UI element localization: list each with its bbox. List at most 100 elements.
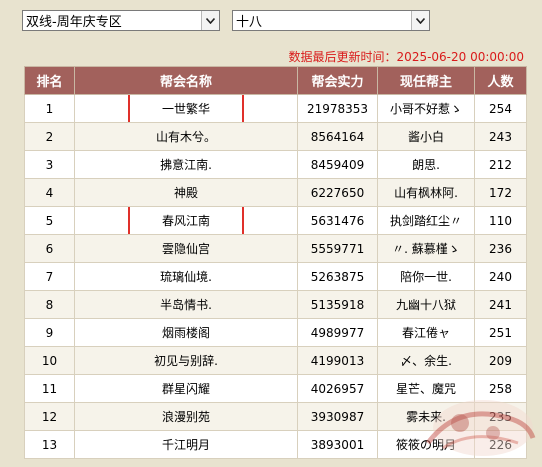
leader-cell-text: 雾未来. — [406, 410, 446, 424]
rank-cell: 6 — [24, 234, 75, 263]
column-header-leader: 现任帮主 — [377, 66, 475, 95]
guild-power-cell-text: 5263875 — [310, 269, 365, 284]
members-cell-text: 235 — [489, 409, 512, 424]
guild-power-cell-text: 5135918 — [310, 297, 365, 312]
guild-name-cell-text: 拂意江南. — [160, 158, 212, 172]
guild-name-cell-text: 半岛情书. — [160, 298, 212, 312]
guild-power-cell-text: 3930987 — [310, 409, 365, 424]
leader-cell: 雾未来. — [377, 402, 475, 431]
table-row: 11 群星闪耀 4026957 星芒、魔咒 258 — [24, 374, 527, 403]
guild-name-cell: 烟雨楼阁 — [74, 318, 298, 347]
guild-power-cell-text: 4026957 — [310, 381, 365, 396]
server-select[interactable]: 双线-周年庆专区 — [22, 10, 220, 31]
guild-power-cell: 5263875 — [297, 262, 378, 291]
rank-cell-text: 2 — [45, 129, 54, 144]
chevron-down-icon[interactable] — [411, 11, 429, 30]
rank-cell: 12 — [24, 402, 75, 431]
members-cell-text: 243 — [489, 129, 512, 144]
table-row: 5 春风江南 5631476 执剑踏红尘〃 110 — [24, 206, 527, 235]
guild-power-cell-text: 5631476 — [310, 213, 365, 228]
guild-name-cell-text: 初见与别辞. — [154, 354, 218, 368]
rank-cell-text: 7 — [45, 269, 54, 284]
rank-cell-text: 12 — [41, 409, 58, 424]
guild-name-cell-text: 浪漫别苑 — [161, 410, 210, 424]
guild-name-cell-text: 神殿 — [173, 186, 198, 200]
guild-power-cell: 5559771 — [297, 234, 378, 263]
rank-cell: 9 — [24, 318, 75, 347]
leader-cell: 酱小白 — [377, 122, 475, 151]
leader-cell-text: 朗思. — [412, 158, 440, 172]
guild-power-cell-text: 8459409 — [310, 157, 365, 172]
guild-power-cell-text: 21978353 — [306, 101, 369, 116]
guild-name-cell-text: 烟雨楼阁 — [161, 326, 210, 340]
leader-cell: 春江倦ャ — [377, 318, 475, 347]
rank-cell: 5 — [24, 206, 75, 235]
rank-cell-text: 1 — [45, 101, 54, 116]
chevron-down-icon[interactable] — [201, 11, 219, 30]
rank-cell: 10 — [24, 346, 75, 375]
members-cell-text: 209 — [489, 353, 512, 368]
column-header-guild-name: 帮会名称 — [74, 66, 298, 95]
rank-cell-text: 10 — [41, 353, 58, 368]
leader-cell: 筱筱の明月 — [377, 430, 475, 459]
members-cell: 209 — [474, 346, 527, 375]
guild-ranking-table: 排名 帮会名称 帮会实力 现任帮主 人数 1 一世繁华 21978353 小哥不好惹ゝ… — [24, 66, 527, 459]
guild-name-cell-text: 雲隐仙宫 — [161, 242, 210, 256]
guild-power-cell: 4199013 — [297, 346, 378, 375]
table-row: 10 初见与别辞. 4199013 〆、余生. 209 — [24, 346, 527, 375]
region-select[interactable]: 十八 — [232, 10, 430, 31]
leader-cell: 〃. 蘇慕槿ゝ — [377, 234, 475, 263]
guild-power-cell: 3930987 — [297, 402, 378, 431]
members-cell: 254 — [474, 94, 527, 123]
guild-name-cell-highlighted: 春风江南 — [74, 206, 298, 235]
column-header-guild-power: 帮会实力 — [297, 66, 378, 95]
rank-cell: 7 — [24, 262, 75, 291]
leader-cell-text: 山有枫林阿. — [394, 186, 458, 200]
rank-cell: 13 — [24, 430, 75, 459]
guild-power-cell: 8459409 — [297, 150, 378, 179]
rank-cell: 1 — [24, 94, 75, 123]
rank-cell-text: 9 — [45, 325, 54, 340]
table-row: 2 山有木兮。 8564164 酱小白 243 — [24, 122, 527, 151]
guild-name-cell-text: 山有木兮。 — [155, 130, 216, 144]
rank-cell: 2 — [24, 122, 75, 151]
table-row: 9 烟雨楼阁 4989977 春江倦ャ 251 — [24, 318, 527, 347]
guild-power-cell-text: 3893001 — [310, 437, 365, 452]
guild-power-cell: 5631476 — [297, 206, 378, 235]
leader-cell: 星芒、魔咒 — [377, 374, 475, 403]
leader-cell-text: 筱筱の明月 — [395, 438, 456, 452]
members-cell: 241 — [474, 290, 527, 319]
members-cell-text: 110 — [489, 213, 512, 228]
guild-name-cell-text: 千江明月 — [161, 438, 210, 452]
leader-cell-text: 陪你一世. — [400, 270, 452, 284]
table-row: 8 半岛情书. 5135918 九幽十八狱 241 — [24, 290, 527, 319]
rank-cell: 3 — [24, 150, 75, 179]
guild-power-cell: 8564164 — [297, 122, 378, 151]
table-row: 12 浪漫别苑 3930987 雾未来. 235 — [24, 402, 527, 431]
members-cell: 235 — [474, 402, 527, 431]
rank-cell-text: 8 — [45, 297, 54, 312]
guild-name-cell: 山有木兮。 — [74, 122, 298, 151]
members-cell: 251 — [474, 318, 527, 347]
guild-name-cell-text: 琉璃仙境. — [160, 270, 212, 284]
last-updated-text: 数据最后更新时间：2025-06-20 00:00:00 — [288, 50, 524, 64]
guild-power-cell-text: 8564164 — [310, 129, 365, 144]
guild-power-cell: 6227650 — [297, 178, 378, 207]
guild-name-cell-highlighted: 一世繁华 — [74, 94, 298, 123]
members-cell-text: 226 — [489, 437, 512, 452]
guild-power-cell: 4026957 — [297, 374, 378, 403]
guild-power-cell-text: 5559771 — [310, 241, 365, 256]
rank-cell-text: 4 — [45, 185, 54, 200]
guild-name-cell: 浪漫别苑 — [74, 402, 298, 431]
guild-name-cell: 拂意江南. — [74, 150, 298, 179]
leader-cell-text: 〃. 蘇慕槿ゝ — [392, 242, 460, 256]
leader-cell: 执剑踏红尘〃 — [377, 206, 475, 235]
leader-cell-text: 九幽十八狱 — [395, 298, 456, 312]
leader-cell-text: 〆、余生. — [400, 354, 452, 368]
guild-name-cell: 群星闪耀 — [74, 374, 298, 403]
leader-cell-text: 春江倦ャ — [401, 326, 450, 340]
guild-name-cell: 初见与别辞. — [74, 346, 298, 375]
guild-name-cell: 半岛情书. — [74, 290, 298, 319]
leader-cell-text: 小哥不好惹ゝ — [389, 102, 462, 116]
leader-cell-text: 星芒、魔咒 — [395, 382, 456, 396]
